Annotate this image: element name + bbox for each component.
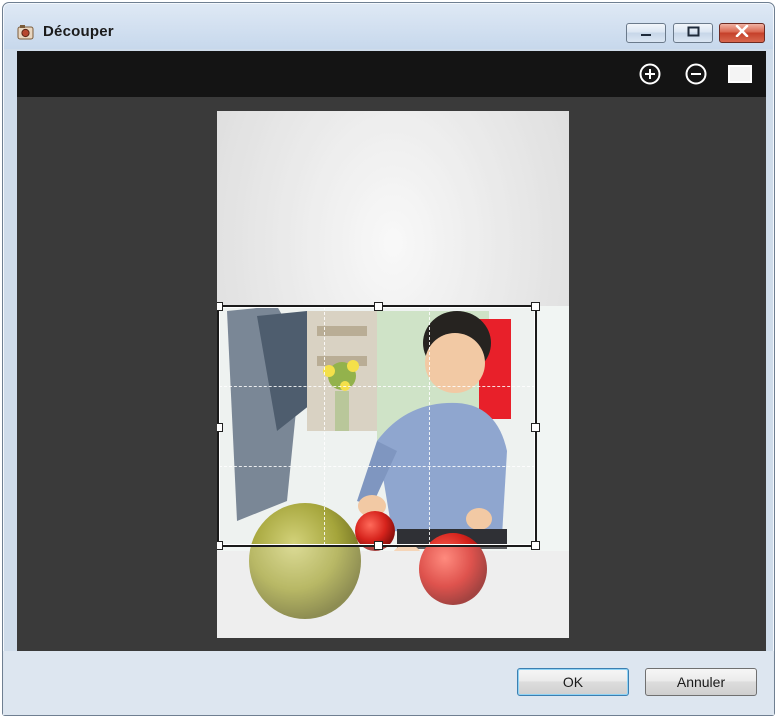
crop-handle-bottom[interactable] bbox=[374, 541, 383, 550]
zoom-out-icon bbox=[684, 62, 708, 91]
minimize-button[interactable] bbox=[626, 23, 666, 43]
zoom-out-button[interactable] bbox=[683, 63, 709, 89]
image-canvas bbox=[17, 97, 766, 651]
ok-button[interactable]: OK bbox=[517, 668, 629, 696]
maximize-button[interactable] bbox=[673, 23, 713, 43]
crop-grid-line bbox=[429, 307, 431, 545]
crop-grid-line bbox=[219, 386, 535, 388]
crop-handle-top-left[interactable] bbox=[217, 302, 223, 311]
crop-frame[interactable] bbox=[217, 302, 540, 550]
photo-preview bbox=[217, 111, 569, 638]
crop-handle-bottom-left[interactable] bbox=[217, 541, 223, 550]
cancel-button[interactable]: Annuler bbox=[645, 668, 757, 696]
crop-handle-right[interactable] bbox=[531, 423, 540, 432]
close-icon bbox=[735, 24, 749, 42]
window-title: Découper bbox=[43, 23, 114, 40]
minimize-icon bbox=[640, 24, 652, 42]
zoom-in-button[interactable] bbox=[637, 63, 663, 89]
zoom-in-icon bbox=[638, 62, 662, 91]
crop-grid-line bbox=[219, 465, 535, 467]
crop-handle-top[interactable] bbox=[374, 302, 383, 311]
crop-handle-left[interactable] bbox=[217, 423, 223, 432]
fit-to-window-button[interactable] bbox=[727, 63, 753, 89]
close-button[interactable] bbox=[719, 23, 765, 43]
crop-toolbar bbox=[17, 51, 766, 97]
crop-handle-top-right[interactable] bbox=[531, 302, 540, 311]
maximize-icon bbox=[687, 24, 700, 42]
app-icon bbox=[17, 25, 34, 40]
crop-dialog: Découper OK Annuler bbox=[2, 2, 775, 716]
dialog-footer: OK Annuler bbox=[3, 651, 774, 715]
fit-to-window-icon bbox=[727, 63, 753, 90]
crop-grid-line bbox=[324, 307, 326, 545]
title-bar[interactable]: Découper bbox=[3, 3, 774, 49]
crop-handle-bottom-right[interactable] bbox=[531, 541, 540, 550]
